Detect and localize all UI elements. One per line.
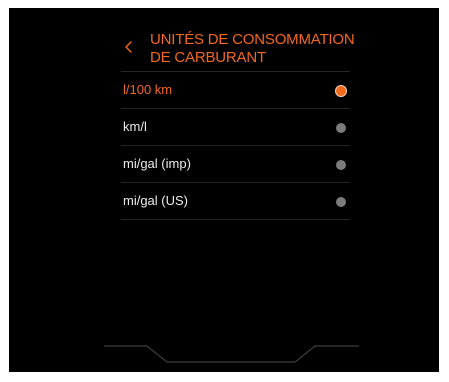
radio-selected-icon[interactable]: [336, 86, 346, 96]
radio-unselected-icon[interactable]: [336, 123, 346, 133]
page-title: UNITÉS DE CONSOMMATION DE CARBURANT: [150, 31, 355, 66]
option-km-per-l[interactable]: km/l: [121, 108, 350, 145]
option-label: l/100 km: [123, 82, 173, 97]
radio-unselected-icon[interactable]: [336, 160, 346, 170]
settings-screen: UNITÉS DE CONSOMMATION DE CARBURANT l/10…: [9, 8, 439, 372]
footer-decoration: [104, 345, 359, 363]
chevron-left-icon[interactable]: [121, 39, 137, 55]
option-label: mi/gal (imp): [123, 156, 191, 171]
page-header: UNITÉS DE CONSOMMATION DE CARBURANT: [121, 28, 361, 74]
option-mpg-imp[interactable]: mi/gal (imp): [121, 145, 350, 182]
fuel-unit-options: l/100 km km/l mi/gal (imp) mi/gal (US): [121, 71, 350, 220]
option-l-per-100km[interactable]: l/100 km: [121, 71, 350, 108]
option-label: km/l: [123, 119, 147, 134]
option-label: mi/gal (US): [123, 193, 189, 208]
radio-unselected-icon[interactable]: [336, 197, 346, 207]
option-mpg-us[interactable]: mi/gal (US): [121, 182, 350, 220]
